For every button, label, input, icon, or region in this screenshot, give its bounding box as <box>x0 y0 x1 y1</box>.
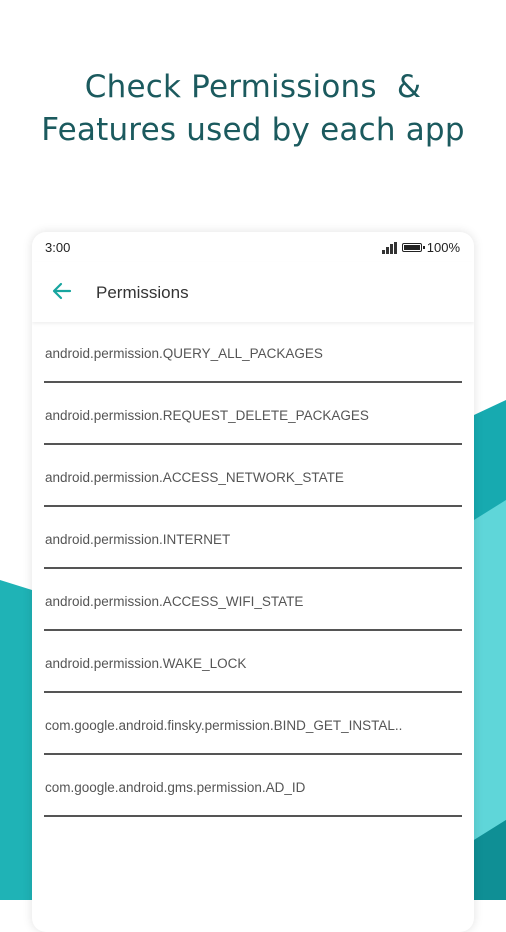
list-item[interactable]: com.google.android.finsky.permission.BIN… <box>44 695 462 757</box>
divider <box>44 629 462 631</box>
page-title: Permissions <box>96 283 189 302</box>
headline: Check Permissions & Features used by eac… <box>0 66 506 152</box>
status-icons: 100% <box>381 240 460 255</box>
divider <box>44 815 462 817</box>
phone-frame: 3:00 100% Permissions android.permission… <box>32 232 474 932</box>
battery-icon <box>401 243 425 252</box>
list-item[interactable]: android.permission.INTERNET <box>44 509 462 571</box>
status-time: 3:00 <box>45 240 71 255</box>
list-item[interactable]: android.permission.ACCESS_WIFI_STATE <box>44 571 462 633</box>
list-item[interactable]: android.permission.ACCESS_NETWORK_STATE <box>44 447 462 509</box>
permission-name: com.google.android.gms.permission.AD_ID <box>45 780 306 795</box>
teal-wave-left <box>0 580 32 900</box>
headline-line-1: Check Permissions & <box>84 69 422 105</box>
divider <box>44 753 462 755</box>
permission-list: android.permission.QUERY_ALL_PACKAGES an… <box>32 323 474 819</box>
permission-name: android.permission.INTERNET <box>45 532 231 547</box>
arrow-left-icon[interactable] <box>50 279 74 303</box>
list-item[interactable]: android.permission.QUERY_ALL_PACKAGES <box>44 323 462 385</box>
divider <box>44 567 462 569</box>
list-item[interactable]: android.permission.WAKE_LOCK <box>44 633 462 695</box>
permission-name: android.permission.REQUEST_DELETE_PACKAG… <box>45 408 369 423</box>
headline-line-2: Features used by each app <box>41 112 465 148</box>
permission-name: android.permission.ACCESS_NETWORK_STATE <box>45 470 344 485</box>
permission-name: android.permission.WAKE_LOCK <box>45 656 247 671</box>
divider <box>44 443 462 445</box>
divider <box>44 691 462 693</box>
teal-wave-right-light <box>474 500 506 840</box>
permission-name: android.permission.QUERY_ALL_PACKAGES <box>45 346 323 361</box>
status-bar: 3:00 100% <box>32 232 474 262</box>
permission-name: com.google.android.finsky.permission.BIN… <box>45 718 403 733</box>
divider <box>44 381 462 383</box>
signal-icon <box>381 241 397 254</box>
battery-percent: 100% <box>426 240 460 255</box>
list-item[interactable]: android.permission.REQUEST_DELETE_PACKAG… <box>44 385 462 447</box>
list-item[interactable]: com.google.android.gms.permission.AD_ID <box>44 757 462 819</box>
divider <box>44 505 462 507</box>
app-bar: Permissions <box>32 262 474 322</box>
permission-name: android.permission.ACCESS_WIFI_STATE <box>45 594 304 609</box>
